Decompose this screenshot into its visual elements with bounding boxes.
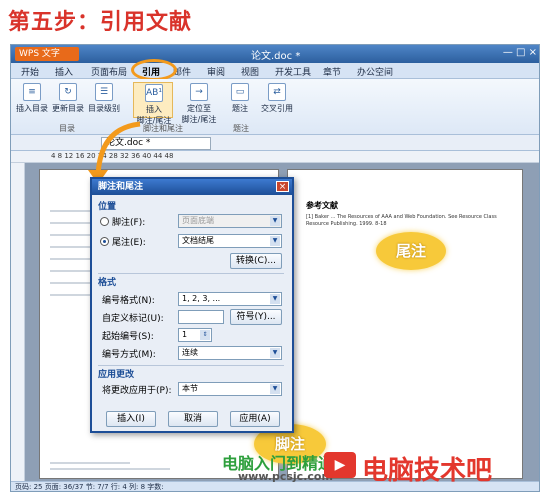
- start-number-stepper[interactable]: 1 ⇕: [178, 328, 212, 342]
- footnote-position-select: 页面底端 ▼: [178, 214, 282, 228]
- menu-developer[interactable]: 开发工具: [275, 65, 311, 78]
- position-section-label: 位置: [98, 202, 117, 212]
- goto-icon: →: [190, 83, 208, 101]
- cancel-button[interactable]: 取消: [168, 411, 218, 427]
- chevron-down-icon: ▼: [270, 216, 280, 226]
- menu-insert[interactable]: 插入: [55, 65, 73, 78]
- group-label-caption: 题注: [233, 124, 249, 133]
- menu-view[interactable]: 视图: [241, 65, 259, 78]
- references-heading: 参考文献: [306, 201, 338, 210]
- caption-button[interactable]: ▭ 题注: [223, 83, 257, 114]
- endnote-radio[interactable]: [100, 237, 109, 246]
- apply-section-label: 应用更改: [98, 370, 135, 380]
- references-highlight-circle: [131, 59, 177, 81]
- chevron-down-icon: ▼: [270, 384, 280, 394]
- window-title: 论文.doc *: [251, 51, 301, 62]
- refresh-icon: ↻: [59, 83, 77, 101]
- update-toc-button[interactable]: ↻ 更新目录: [51, 83, 85, 114]
- endnote-position-select[interactable]: 文档结尾 ▼: [178, 234, 282, 248]
- apply-button[interactable]: 应用(A): [230, 411, 280, 427]
- vertical-ruler: [11, 163, 25, 481]
- chevron-down-icon: ▼: [270, 348, 280, 358]
- insert-button[interactable]: 插入(I): [106, 411, 156, 427]
- watermark-url: www.pcsjc.com: [238, 470, 333, 483]
- chevron-down-icon: ▼: [270, 236, 280, 246]
- level-icon: ☰: [95, 83, 113, 101]
- dialog-title: 脚注和尾注: [92, 179, 292, 195]
- start-number-label: 起始编号(S):: [102, 332, 154, 342]
- chevron-down-icon: ▼: [270, 294, 280, 304]
- endnote-label: 尾注(E):: [112, 238, 146, 248]
- window-controls[interactable]: — □ ×: [503, 47, 537, 58]
- apply-to-select[interactable]: 本节 ▼: [178, 382, 282, 396]
- footnote-icon: AB¹: [145, 84, 163, 102]
- goto-note-button[interactable]: → 定位至 脚注/尾注: [177, 83, 221, 125]
- cross-reference-button[interactable]: ⇄ 交叉引用: [257, 83, 297, 114]
- toc-icon: ≡: [23, 83, 41, 101]
- menu-chapter[interactable]: 章节: [323, 65, 341, 78]
- custom-mark-input[interactable]: [178, 310, 224, 324]
- step-title: 第五步：引用文献: [8, 10, 193, 35]
- numbering-label: 编号方式(M):: [102, 350, 156, 360]
- toc-level-button[interactable]: ☰ 目录级别: [87, 83, 121, 114]
- reference-entry: [1] Baker ... The Resources of AAA and W…: [306, 214, 497, 227]
- stepper-icon: ⇕: [200, 330, 210, 340]
- cross-ref-icon: ⇄: [268, 83, 286, 101]
- endnote-callout: 尾注: [376, 232, 446, 270]
- format-section-label: 格式: [98, 278, 117, 288]
- menu-office-space[interactable]: 办公空间: [357, 65, 393, 78]
- watermark-red-text: 电脑技术吧: [362, 456, 493, 486]
- number-format-label: 编号格式(N):: [102, 296, 155, 306]
- title-bar: WPS 文字 论文.doc * — □ ×: [11, 45, 539, 63]
- app-menu-button[interactable]: WPS 文字: [15, 47, 79, 61]
- close-icon[interactable]: ×: [276, 181, 289, 192]
- insert-footnote-button[interactable]: AB¹ 插入 脚注/尾注: [133, 82, 173, 125]
- menu-page-layout[interactable]: 页面布局: [91, 65, 127, 78]
- footnote-label: 脚注(F):: [112, 218, 146, 228]
- right-page: 参考文献 [1] Baker ... The Resources of AAA …: [287, 169, 523, 479]
- convert-button[interactable]: 转换(C)...: [230, 253, 282, 269]
- numbering-select[interactable]: 连续 ▼: [178, 346, 282, 360]
- footnote-radio[interactable]: [100, 217, 109, 226]
- custom-mark-label: 自定义标记(U):: [102, 314, 164, 324]
- caption-icon: ▭: [231, 83, 249, 101]
- symbol-button[interactable]: 符号(Y)...: [230, 309, 282, 325]
- footnote-endnote-dialog: 脚注和尾注 × 位置 脚注(F): 页面底端 ▼ 尾注(E): 文档结尾 ▼ 转换(…: [90, 177, 294, 433]
- menu-bar: 开始 插入 页面布局 引用 邮件 审阅 视图 开发工具 章节 办公空间: [11, 63, 539, 79]
- number-format-select[interactable]: 1, 2, 3, ... ▼: [178, 292, 282, 306]
- insert-toc-button[interactable]: ≡ 插入目录: [15, 83, 49, 114]
- apply-to-label: 将更改应用于(P):: [102, 386, 172, 396]
- watermark-logo-icon: ▶: [324, 452, 356, 478]
- menu-start[interactable]: 开始: [21, 65, 39, 78]
- menu-review[interactable]: 审阅: [207, 65, 225, 78]
